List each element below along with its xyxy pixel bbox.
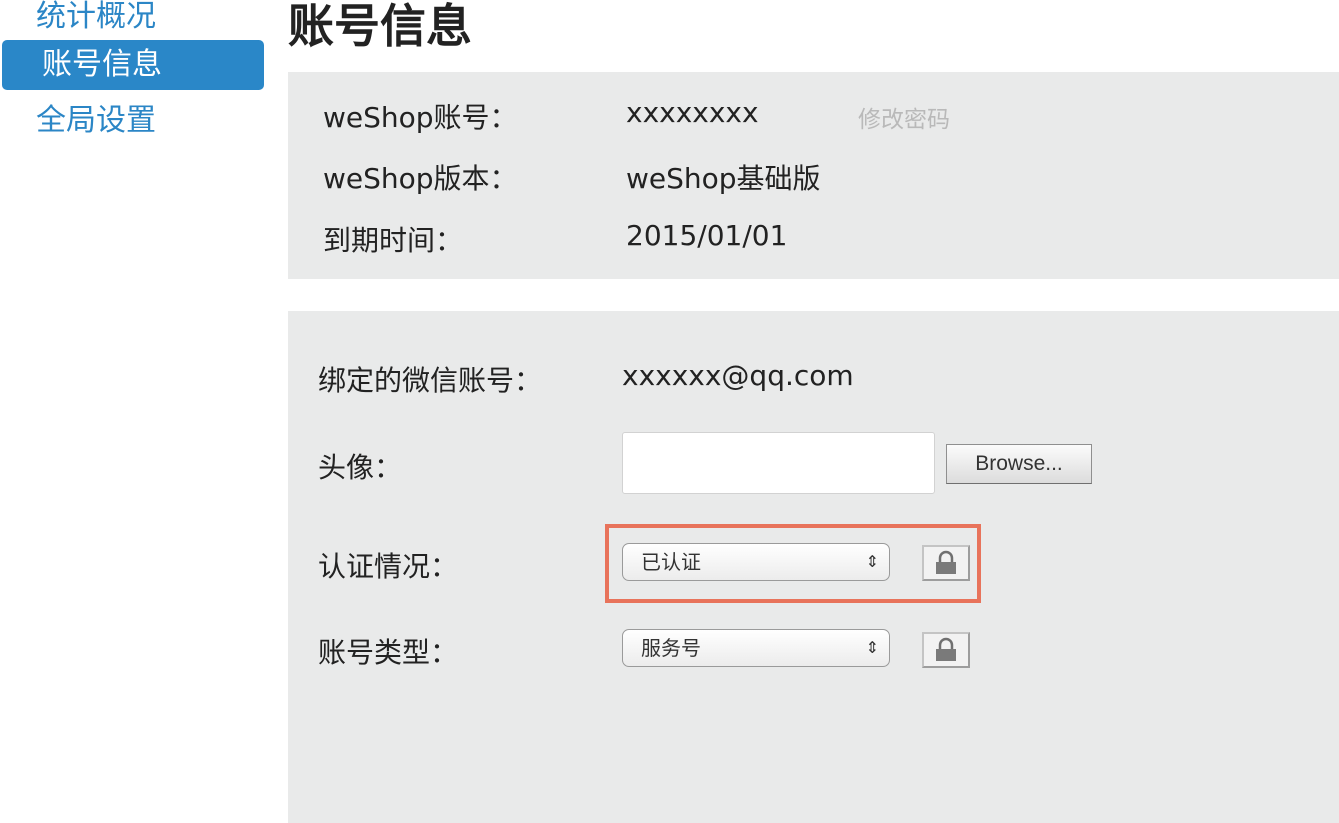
- auth-status-select[interactable]: 已认证 ⇕: [622, 543, 890, 581]
- account-value: xxxxxxxx: [626, 96, 759, 129]
- page-title: 账号信息: [288, 0, 472, 53]
- account-type-select[interactable]: 服务号 ⇕: [622, 629, 890, 667]
- sidebar-item-global-settings[interactable]: 全局设置: [2, 96, 264, 146]
- sidebar-item-account-info[interactable]: 账号信息: [2, 40, 264, 90]
- avatar-file-field[interactable]: [622, 432, 935, 494]
- account-label: weShop账号：: [323, 101, 518, 134]
- auth-status-label: 认证情况：: [318, 550, 459, 583]
- expire-label: 到期时间：: [323, 224, 464, 257]
- avatar-label: 头像：: [318, 451, 403, 484]
- type-lock-button[interactable]: [922, 632, 970, 668]
- sidebar-item-statistics[interactable]: 统计概况: [2, 0, 264, 42]
- select-arrows-icon: ⇕: [865, 638, 879, 657]
- lock-icon: [936, 550, 956, 574]
- version-label: weShop版本：: [323, 162, 518, 195]
- select-arrows-icon: ⇕: [865, 552, 879, 571]
- change-password-link[interactable]: 修改密码: [858, 100, 950, 134]
- expire-value: 2015/01/01: [626, 219, 788, 252]
- account-type-value: 服务号: [641, 636, 701, 660]
- wechat-account-value: xxxxxx@qq.com: [622, 359, 854, 392]
- browse-button[interactable]: Browse...: [946, 444, 1092, 484]
- wechat-account-label: 绑定的微信账号：: [318, 364, 543, 397]
- account-type-label: 账号类型：: [318, 636, 459, 669]
- lock-icon: [936, 637, 956, 661]
- version-value: weShop基础版: [626, 162, 821, 195]
- auth-lock-button[interactable]: [922, 545, 970, 581]
- auth-status-value: 已认证: [641, 550, 701, 574]
